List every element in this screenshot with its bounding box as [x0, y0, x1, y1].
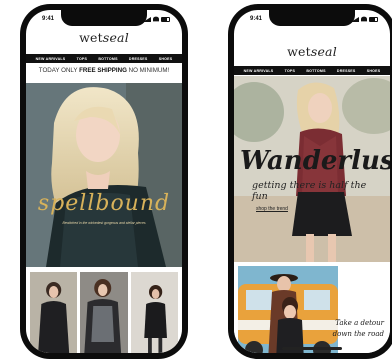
phone-notch [269, 10, 355, 26]
product-gallery [30, 272, 178, 353]
nav-new-arrivals[interactable]: NEW ARRIVALS [244, 69, 274, 73]
product-thumb[interactable] [130, 272, 178, 353]
shop-the-trend-link[interactable]: shop the trend [256, 206, 288, 212]
category-nav: NEW ARRIVALS TOPS BOTTOMS DRESSES SHOES [26, 54, 182, 63]
nav-new-arrivals[interactable]: NEW ARRIVALS [36, 57, 66, 61]
status-time: 9:41 [250, 16, 263, 22]
phone-screen: 9:41 wetseal NEW ARRIVALS TOPS BOTTOMS D… [234, 10, 390, 353]
nav-tops[interactable]: TOPS [77, 57, 88, 61]
promo-caption-line1: Take a detour [335, 319, 384, 327]
brand-logo-prefix: wet [287, 44, 311, 59]
product-photo [30, 272, 78, 353]
hero-banner-wanderlust[interactable]: Wanderlust getting there is half the fun… [234, 76, 390, 262]
shipping-promo-banner[interactable]: TODAY ONLY FREE SHIPPING NO MINIMUM! [26, 67, 182, 74]
wifi-icon [361, 16, 367, 22]
brand-logo-suffix: seal [310, 44, 337, 59]
promo-highlight: FREE SHIPPING [79, 67, 127, 74]
brand-logo-prefix: wet [79, 30, 103, 45]
promo-caption: Take a detour down the road [333, 318, 384, 339]
nav-tops[interactable]: TOPS [285, 69, 296, 73]
product-photo [80, 272, 128, 353]
wifi-icon [153, 16, 159, 22]
phone-mockup-left: 9:41 wetseal NEW ARRIVALS TOPS BOTTOMS D… [20, 4, 188, 359]
brand-logo[interactable]: wetseal [234, 44, 390, 59]
home-indicator [282, 347, 342, 350]
nav-dresses[interactable]: DRESSES [129, 57, 148, 61]
promo-road-trip[interactable]: Take a detour down the road [234, 266, 390, 353]
battery-icon [161, 16, 170, 22]
promo-suffix: NO MINIMUM! [126, 67, 170, 74]
phone-mockup-right: 9:41 wetseal NEW ARRIVALS TOPS BOTTOMS D… [228, 4, 392, 359]
status-icons [143, 16, 170, 22]
product-photo [130, 272, 178, 353]
category-nav: NEW ARRIVALS TOPS BOTTOMS DRESSES SHOES [234, 66, 390, 75]
nav-bottoms[interactable]: BOTTOMS [98, 57, 117, 61]
hero-subline: getting there is half the fun [252, 180, 367, 202]
status-time: 9:41 [42, 16, 55, 22]
hero-headline: Wanderlust [240, 146, 390, 176]
brand-logo[interactable]: wetseal [26, 30, 182, 45]
nav-bottoms[interactable]: BOTTOMS [306, 69, 325, 73]
nav-shoes[interactable]: SHOES [367, 69, 381, 73]
hero-banner-spellbound[interactable]: spellbound Bewitched in the wickedest go… [26, 83, 182, 267]
nav-shoes[interactable]: SHOES [159, 57, 173, 61]
product-thumb[interactable] [30, 272, 78, 353]
phone-notch [61, 10, 147, 26]
nav-dresses[interactable]: DRESSES [337, 69, 356, 73]
promo-van-photo [238, 266, 338, 353]
phone-screen: 9:41 wetseal NEW ARRIVALS TOPS BOTTOMS D… [26, 10, 182, 353]
hero-tagline: Bewitched in the wickedest gorgeous and … [62, 221, 146, 225]
promo-prefix: TODAY ONLY [38, 67, 80, 74]
hero-headline: spellbound [37, 191, 171, 216]
hero-model-photo [26, 83, 182, 267]
brand-logo-suffix: seal [102, 30, 129, 45]
product-thumb[interactable] [80, 272, 128, 353]
status-icons [351, 16, 378, 22]
battery-icon [369, 16, 378, 22]
promo-caption-line2: down the road [332, 329, 384, 338]
